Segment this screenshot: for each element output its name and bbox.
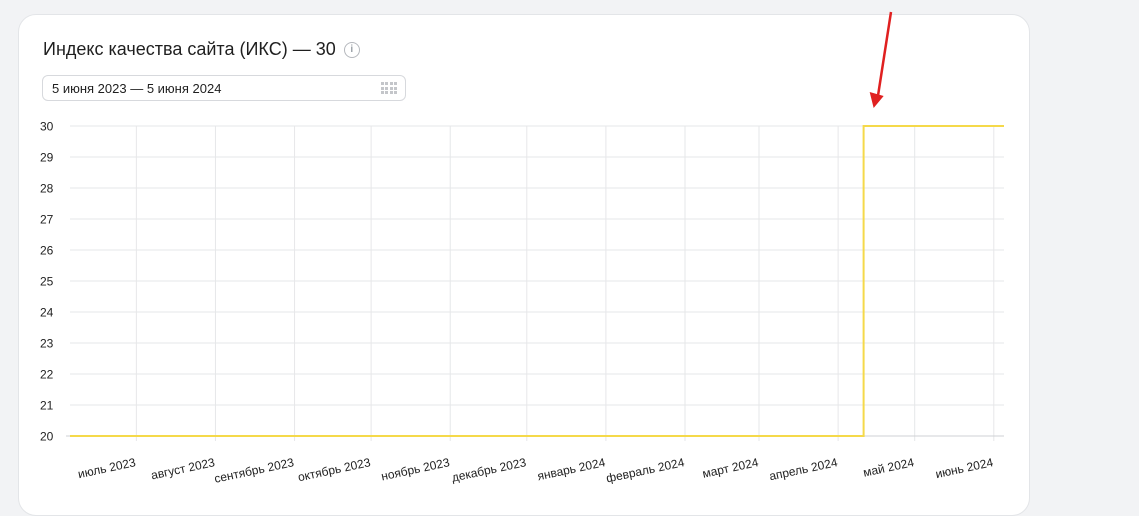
y-tick-label: 29: [40, 151, 54, 165]
iks-chart: 20 21 22 23 24 25 26 27 28 29 30 июль 2023 август 20…: [40, 11, 1004, 486]
x-tick-label: сентябрь 2023: [213, 455, 296, 486]
x-tick-label: декабрь 2023: [450, 455, 527, 484]
y-tick-label: 30: [40, 120, 54, 134]
x-tick-label: февраль 2024: [605, 455, 686, 485]
y-tick-label: 20: [40, 430, 54, 444]
axis-layer: 20 21 22 23 24 25 26 27 28 29 30 июль 2023 август 20…: [40, 120, 1004, 486]
y-tick-label: 25: [40, 275, 54, 289]
annotation-layer: [869, 11, 893, 108]
x-tick-label: апрель 2024: [768, 455, 839, 483]
annotation-arrow-head: [869, 92, 884, 108]
x-tick-label: июль 2023: [77, 455, 138, 481]
y-tick-label: 28: [40, 182, 54, 196]
y-tick-label: 24: [40, 306, 54, 320]
y-tick-label: 26: [40, 244, 54, 258]
y-tick-label: 21: [40, 399, 54, 413]
x-tick-label: ноябрь 2023: [380, 455, 451, 483]
x-tick-label: май 2024: [862, 455, 916, 480]
annotation-arrow-shaft: [876, 11, 893, 99]
x-tick-label: март 2024: [701, 455, 760, 481]
x-tick-label: январь 2024: [536, 455, 607, 483]
y-tick-label: 27: [40, 213, 54, 227]
y-tick-label: 22: [40, 368, 54, 382]
x-tick-label: октябрь 2023: [297, 455, 372, 484]
y-tick-label: 23: [40, 337, 54, 351]
x-tick-label: август 2023: [150, 455, 217, 482]
x-tick-label: июнь 2024: [934, 455, 995, 481]
